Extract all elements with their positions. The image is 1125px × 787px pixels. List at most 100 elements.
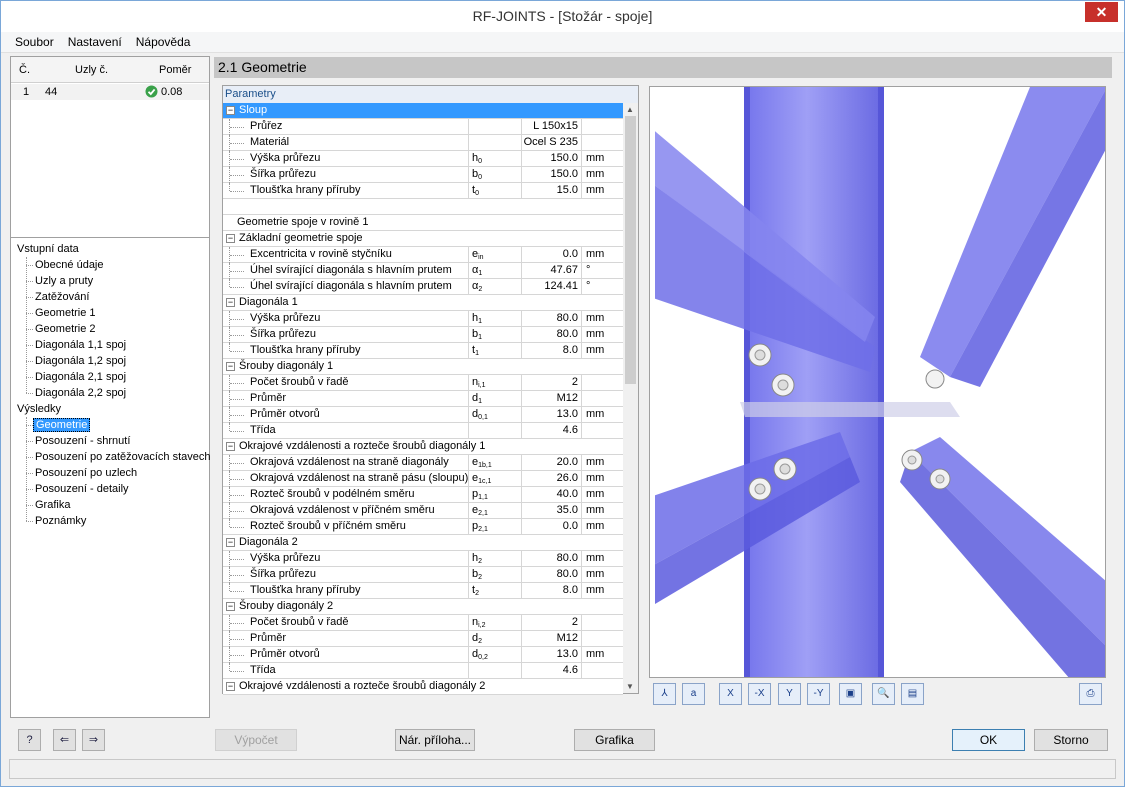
scrollbar-thumb[interactable] <box>625 116 636 384</box>
parameter-value[interactable]: 80.0 <box>521 311 581 326</box>
tree-item-notes[interactable]: Poznámky <box>35 513 86 529</box>
parameter-value[interactable]: 8.0 <box>521 583 581 598</box>
collapse-icon[interactable]: − <box>226 538 235 547</box>
parameter-row[interactable]: Rozteč šroubů v podélném směru p1,1 40.0 mm <box>223 487 623 503</box>
collapse-icon[interactable]: − <box>226 682 235 691</box>
group-header[interactable]: − Šrouby diagonály 1 <box>223 359 623 375</box>
collapse-icon[interactable]: − <box>226 106 235 115</box>
tree-item-diagonal-12[interactable]: Diagonála 1,2 spoj <box>35 353 126 369</box>
group-header[interactable]: − Okrajové vzdálenosti a rozteče šroubů d… <box>223 679 623 695</box>
parameter-value[interactable]: 150.0 <box>521 151 581 166</box>
parameter-row[interactable]: Průměr otvorů d0,2 13.0 mm <box>223 647 623 663</box>
parameter-row[interactable]: Materiál Ocel S 235 <box>223 135 623 151</box>
parameter-value[interactable]: 80.0 <box>521 567 581 582</box>
parameter-row[interactable]: Tloušťka hrany příruby t1 8.0 mm <box>223 343 623 359</box>
parameter-value[interactable]: 15.0 <box>521 183 581 198</box>
axis-numbering-button[interactable]: a <box>682 683 705 705</box>
parameter-value[interactable]: M12 <box>521 631 581 646</box>
parameter-row[interactable]: Průměr d2 M12 <box>223 631 623 647</box>
parameter-row[interactable]: Rozteč šroubů v příčném směru p2,1 0.0 mm <box>223 519 623 535</box>
collapse-icon[interactable]: − <box>226 298 235 307</box>
tree-item-details[interactable]: Posouzení - detaily <box>35 481 129 497</box>
parameter-value[interactable]: L 150x15 <box>521 119 581 134</box>
parameter-value[interactable]: 124.41 <box>521 279 581 294</box>
menu-nastaveni[interactable]: Nastavení <box>61 32 129 51</box>
tree-item-geometry-2[interactable]: Geometrie 2 <box>35 321 96 337</box>
parameter-value[interactable]: 0.0 <box>521 519 581 534</box>
menu-napoveda[interactable]: Nápověda <box>129 32 198 51</box>
collapse-icon[interactable]: − <box>226 362 235 371</box>
group-header[interactable]: − Diagonála 1 <box>223 295 623 311</box>
tree-item-summary[interactable]: Posouzení - shrnutí <box>35 433 130 449</box>
parameter-row[interactable]: Šířka průřezu b0 150.0 mm <box>223 167 623 183</box>
view-minus-y-button[interactable]: -Y <box>807 683 830 705</box>
parameter-row[interactable]: Tloušťka hrany příruby t2 8.0 mm <box>223 583 623 599</box>
parameter-value[interactable]: 47.67 <box>521 263 581 278</box>
plane-caption[interactable]: Geometrie spoje v rovině 1 <box>223 215 623 231</box>
menu-soubor[interactable]: Soubor <box>1 32 61 51</box>
tree-item-nodes-members[interactable]: Uzly a pruty <box>35 273 93 289</box>
parameter-row[interactable]: Tloušťka hrany příruby t0 15.0 mm <box>223 183 623 199</box>
parameter-row[interactable]: Úhel svírající diagonála s hlavním prute… <box>223 279 623 295</box>
graphics-button[interactable]: Grafika <box>574 729 655 751</box>
parameter-value[interactable]: 4.6 <box>521 423 581 438</box>
calculate-button[interactable]: Výpočet <box>215 729 297 751</box>
parameter-row[interactable]: Excentricita v rovině styčníku ein 0.0 mm <box>223 247 623 263</box>
parameter-row[interactable]: Výška průřezu h0 150.0 mm <box>223 151 623 167</box>
parameter-value[interactable]: 20.0 <box>521 455 581 470</box>
tree-results[interactable]: Výsledky <box>17 401 61 417</box>
parameter-value[interactable]: 8.0 <box>521 343 581 358</box>
zoom-settings-button[interactable]: 🔍 <box>872 683 895 705</box>
parameter-row[interactable]: Úhel svírající diagonála s hlavním prute… <box>223 263 623 279</box>
close-button[interactable]: ✕ <box>1085 2 1118 22</box>
ok-button[interactable]: OK <box>952 729 1025 751</box>
parameter-row[interactable]: Počet šroubů v řadě ni,1 2 <box>223 375 623 391</box>
parameter-row[interactable]: Šířka průřezu b1 80.0 mm <box>223 327 623 343</box>
tree-item-loading[interactable]: Zatěžování <box>35 289 89 305</box>
parameter-row[interactable]: Výška průřezu h2 80.0 mm <box>223 551 623 567</box>
parameter-value[interactable]: 4.6 <box>521 663 581 678</box>
parameter-value[interactable]: 2 <box>521 615 581 630</box>
help-button[interactable]: ? <box>18 729 41 751</box>
national-annex-button[interactable]: Nár. příloha... <box>395 729 475 751</box>
tree-item-diagonal-21[interactable]: Diagonála 2,1 spoj <box>35 369 126 385</box>
view-x-button[interactable]: X <box>719 683 742 705</box>
parameter-value[interactable]: 2 <box>521 375 581 390</box>
parameter-value[interactable]: 0.0 <box>521 247 581 262</box>
tree-input-data[interactable]: Vstupní data <box>17 241 79 257</box>
parameter-value[interactable]: 13.0 <box>521 407 581 422</box>
group-header[interactable]: − Sloup <box>223 103 623 119</box>
axis-x-view-button[interactable]: ⅄ <box>653 683 676 705</box>
group-header[interactable]: − Základní geometrie spoje <box>223 231 623 247</box>
parameter-value[interactable]: 40.0 <box>521 487 581 502</box>
scroll-up-icon[interactable]: ▲ <box>626 105 634 114</box>
parameter-value[interactable]: M12 <box>521 391 581 406</box>
parameter-row[interactable]: Počet šroubů v řadě ni,2 2 <box>223 615 623 631</box>
group-header[interactable]: − Šrouby diagonály 2 <box>223 599 623 615</box>
collapse-icon[interactable]: − <box>226 602 235 611</box>
collapse-icon[interactable]: − <box>226 234 235 243</box>
parameter-row[interactable]: Šířka průřezu b2 80.0 mm <box>223 567 623 583</box>
parameter-row[interactable]: Okrajová vzdálenost v příčném směru e2,1 3… <box>223 503 623 519</box>
display-options-button[interactable]: ▤ <box>901 683 924 705</box>
tree-item-diagonal-11[interactable]: Diagonála 1,1 spoj <box>35 337 126 353</box>
joint-row[interactable]: 1 44 0.08 <box>11 84 209 100</box>
tree-item-geometry-1[interactable]: Geometrie 1 <box>35 305 96 321</box>
parameter-row[interactable]: Třída 4.6 <box>223 423 623 439</box>
parameter-value[interactable]: Ocel S 235 <box>521 135 581 150</box>
tree-item-general[interactable]: Obecné údaje <box>35 257 104 273</box>
import-button[interactable]: ⇐ <box>53 729 76 751</box>
parameter-row[interactable]: Průměr d1 M12 <box>223 391 623 407</box>
parameter-row[interactable]: Výška průřezu h1 80.0 mm <box>223 311 623 327</box>
export-button[interactable]: ⇒ <box>82 729 105 751</box>
parameter-row[interactable]: Okrajová vzdálenost na straně pásu (slou… <box>223 471 623 487</box>
tree-item-result-geometry[interactable]: Geometrie <box>33 418 91 432</box>
graphic-view[interactable] <box>649 86 1106 678</box>
collapse-icon[interactable]: − <box>226 442 235 451</box>
parameter-row[interactable]: Průřez L 150x15 <box>223 119 623 135</box>
view-y-button[interactable]: Y <box>778 683 801 705</box>
parameter-value[interactable]: 80.0 <box>521 551 581 566</box>
parameter-row[interactable]: Průměr otvorů d0,1 13.0 mm <box>223 407 623 423</box>
parameter-value[interactable]: 26.0 <box>521 471 581 486</box>
tree-item-diagonal-22[interactable]: Diagonála 2,2 spoj <box>35 385 126 401</box>
